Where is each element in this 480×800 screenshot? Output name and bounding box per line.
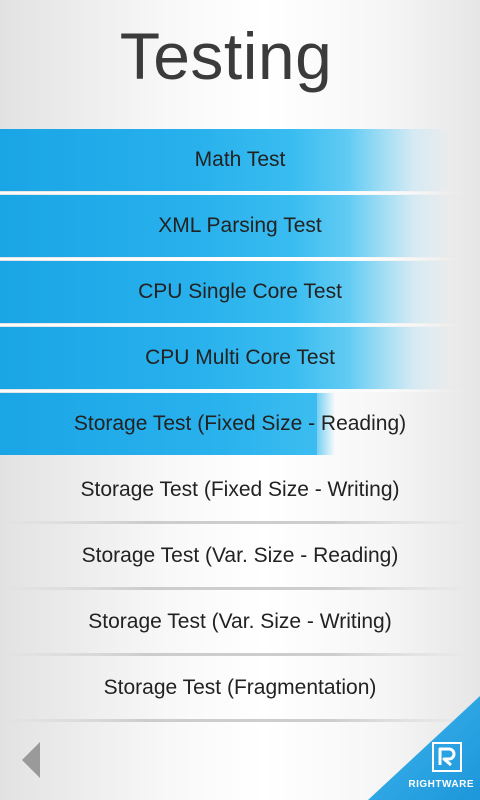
test-row-xml-parsing: XML Parsing Test [0,194,480,260]
test-label: XML Parsing Test [158,214,322,237]
test-label: Storage Test (Var. Size - Writing) [88,610,392,633]
test-label: Storage Test (Fixed Size - Writing) [80,478,400,501]
test-row-storage-fixed-writing: Storage Test (Fixed Size - Writing) [0,458,480,524]
test-row-storage-var-reading: Storage Test (Var. Size - Reading) [0,524,480,590]
test-list: Math Test XML Parsing Test CPU Single Co… [0,128,480,722]
rightware-logo-icon [432,742,462,772]
test-label: Storage Test (Fragmentation) [103,676,377,699]
test-label: Storage Test (Fixed Size - Reading) [73,412,407,435]
brand-label: RIGHTWARE [408,779,474,790]
back-arrow-icon[interactable] [22,742,40,778]
test-label: CPU Single Core Test [138,280,342,303]
test-label: Storage Test (Var. Size - Reading) [81,544,399,567]
test-label: Math Test [194,148,286,171]
test-label: CPU Multi Core Test [145,346,335,369]
test-row-cpu-multi-core: CPU Multi Core Test [0,326,480,392]
page-title: Testing [119,19,333,93]
test-row-storage-fragmentation: Storage Test (Fragmentation) [0,656,480,722]
test-row-storage-var-writing: Storage Test (Var. Size - Writing) [0,590,480,656]
test-row-cpu-single-core: CPU Single Core Test [0,260,480,326]
test-row-storage-fixed-reading: Storage Test (Fixed Size - Reading) [0,392,480,458]
test-row-math: Math Test [0,128,480,194]
